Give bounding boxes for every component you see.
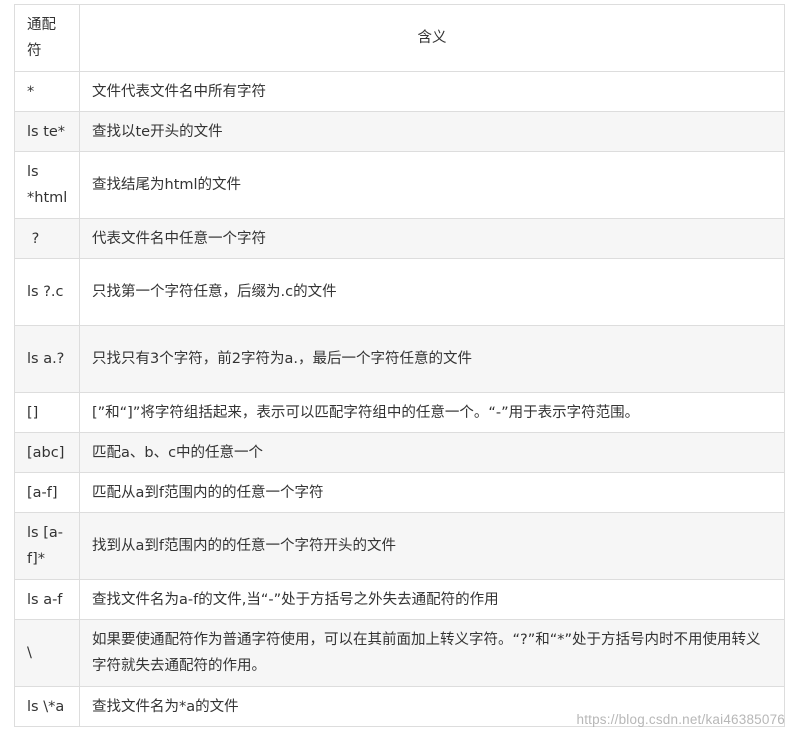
meaning-cell: 查找文件名为a-f的文件,当“-”处于方括号之外失去通配符的作用 [79, 579, 785, 620]
meaning-cell: 找到从a到f范围内的的任意一个字符开头的文件 [79, 512, 785, 580]
meaning-cell: 匹配a、b、c中的任意一个 [79, 432, 785, 473]
pattern-cell: ls a-f [14, 579, 80, 620]
pattern-cell: ls \*a [14, 686, 80, 727]
wildcard-table-container: 通配符 含义 * 文件代表文件名中所有字符 ls te* 查找以te开头的文件 … [14, 4, 785, 727]
meaning-cell: 查找以te开头的文件 [79, 111, 785, 152]
meaning-cell: 只找只有3个字符，前2字符为a.，最后一个字符任意的文件 [79, 325, 785, 393]
table-row: * 文件代表文件名中所有字符 [14, 71, 785, 112]
pattern-cell: ls [a-f]* [14, 512, 80, 580]
pattern-cell: ? [14, 218, 80, 259]
table-row: \ 如果要使通配符作为普通字符使用，可以在其前面加上转义字符。“?”和“*”处于… [14, 619, 785, 687]
table-row: [a-f] 匹配从a到f范围内的的任意一个字符 [14, 472, 785, 513]
pattern-cell: [] [14, 392, 80, 433]
table-row: ls a.? 只找只有3个字符，前2字符为a.，最后一个字符任意的文件 [14, 325, 785, 393]
pattern-cell: [a-f] [14, 472, 80, 513]
pattern-cell: ls ?.c [14, 258, 80, 326]
meaning-cell: 文件代表文件名中所有字符 [79, 71, 785, 112]
meaning-cell: 代表文件名中任意一个字符 [79, 218, 785, 259]
meaning-cell: 查找结尾为html的文件 [79, 151, 785, 219]
table-row: ? 代表文件名中任意一个字符 [14, 218, 785, 259]
wildcard-table: 通配符 含义 * 文件代表文件名中所有字符 ls te* 查找以te开头的文件 … [14, 4, 785, 727]
header-meaning: 含义 [79, 4, 785, 72]
table-header-row: 通配符 含义 [14, 4, 785, 72]
meaning-cell: 如果要使通配符作为普通字符使用，可以在其前面加上转义字符。“?”和“*”处于方括… [79, 619, 785, 687]
table-row: ls [a-f]* 找到从a到f范围内的的任意一个字符开头的文件 [14, 512, 785, 580]
pattern-cell: * [14, 71, 80, 112]
pattern-cell: \ [14, 619, 80, 687]
pattern-cell: [abc] [14, 432, 80, 473]
table-row: ls te* 查找以te开头的文件 [14, 111, 785, 152]
table-row: [abc] 匹配a、b、c中的任意一个 [14, 432, 785, 473]
table-row: ls ?.c 只找第一个字符任意，后缀为.c的文件 [14, 258, 785, 326]
meaning-cell: [”和“]”将字符组括起来，表示可以匹配字符组中的任意一个。“-”用于表示字符范… [79, 392, 785, 433]
meaning-cell: 只找第一个字符任意，后缀为.c的文件 [79, 258, 785, 326]
pattern-cell: ls *html [14, 151, 80, 219]
table-row: ls a-f 查找文件名为a-f的文件,当“-”处于方括号之外失去通配符的作用 [14, 579, 785, 620]
pattern-cell: ls te* [14, 111, 80, 152]
table-row: ls *html 查找结尾为html的文件 [14, 151, 785, 219]
table-row: [] [”和“]”将字符组括起来，表示可以匹配字符组中的任意一个。“-”用于表示… [14, 392, 785, 433]
header-wildcard: 通配符 [14, 4, 80, 72]
pattern-cell: ls a.? [14, 325, 80, 393]
watermark-url: https://blog.csdn.net/kai46385076 [576, 712, 785, 727]
meaning-cell: 匹配从a到f范围内的的任意一个字符 [79, 472, 785, 513]
